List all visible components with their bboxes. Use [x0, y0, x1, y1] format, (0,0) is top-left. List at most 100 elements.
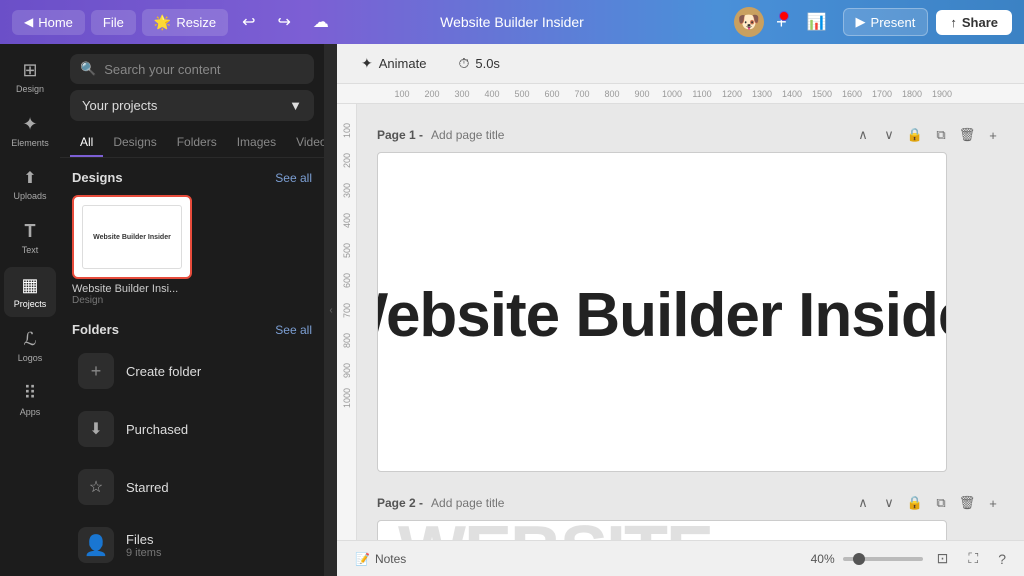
notes-button[interactable]: 📝 Notes	[349, 549, 412, 569]
designs-see-all[interactable]: See all	[275, 171, 312, 185]
design-card-sublabel: Design	[72, 295, 192, 306]
animate-button[interactable]: ✦ Animate	[353, 51, 434, 76]
logos-icon: ℒ	[24, 329, 37, 350]
fit-screen-button[interactable]: ⊡	[931, 547, 955, 570]
file-button[interactable]: File	[91, 10, 136, 35]
animate-icon: ✦	[361, 55, 373, 72]
ruler-tick: 1900	[927, 89, 957, 99]
page1-lock-button[interactable]: 🔒	[904, 124, 926, 146]
page2-canvas[interactable]: WEBSITE	[377, 520, 947, 540]
avatar-button[interactable]: 🐶	[734, 7, 764, 37]
ruler-tick: 1000	[657, 89, 687, 99]
create-folder-item[interactable]: + Create folder	[66, 343, 318, 399]
tab-videos[interactable]: Videos	[286, 129, 325, 157]
sidebar-item-uploads[interactable]: ⬆ Uploads	[4, 160, 56, 209]
sidebar-item-apps[interactable]: ⠿ Apps	[4, 375, 56, 425]
ruler-vtick: 800	[342, 318, 352, 348]
help-button[interactable]: ?	[992, 548, 1012, 570]
ruler-tick: 200	[417, 89, 447, 99]
page1-header: Page 1 - ∧ ∨ 🔒 ⧉ 🗑 +	[377, 124, 1004, 146]
ruler-tick	[357, 89, 387, 99]
present-button[interactable]: ▶ Present	[843, 8, 929, 36]
page2-header-icons: ∧ ∨ 🔒 ⧉ 🗑 +	[852, 492, 1004, 514]
duration-button[interactable]: ⏱ 5.0s	[450, 51, 508, 76]
animate-label: Animate	[379, 56, 427, 71]
elements-icon: ✦	[22, 114, 37, 135]
page1-canvas[interactable]: Website Builder Insider ↻	[377, 152, 947, 472]
ruler-tick: 500	[507, 89, 537, 99]
ruler-tick: 300	[447, 89, 477, 99]
tab-images[interactable]: Images	[227, 129, 286, 157]
page2-title-input[interactable]	[431, 496, 586, 510]
files-icon-wrap: 👤	[78, 527, 114, 563]
tab-all[interactable]: All	[70, 129, 103, 157]
notes-icon: 📝	[355, 552, 370, 566]
tab-folders[interactable]: Folders	[167, 129, 227, 157]
page2-down-button[interactable]: ∨	[878, 492, 900, 514]
sidebar-item-elements[interactable]: ✦ Elements	[4, 106, 56, 156]
share-button[interactable]: ↑ Share	[936, 10, 1012, 35]
design-card-label: Website Builder Insi...	[72, 283, 192, 295]
page2-header: Page 2 - ∧ ∨ 🔒 ⧉ 🗑 +	[377, 492, 1004, 514]
ruler-vtick: 300	[342, 168, 352, 198]
folders-see-all[interactable]: See all	[275, 323, 312, 337]
home-button[interactable]: ◀ Home	[12, 10, 85, 35]
ruler-vtick: 700	[342, 288, 352, 318]
designs-grid: Website Builder Insider Website Builder …	[60, 191, 324, 310]
page2-lock-button[interactable]: 🔒	[904, 492, 926, 514]
page2-copy-button[interactable]: ⧉	[930, 492, 952, 514]
redo-button[interactable]: ↪	[269, 7, 298, 37]
page1-up-button[interactable]: ∧	[852, 124, 874, 146]
zoom-slider[interactable]	[843, 557, 923, 561]
ruler-tick: 600	[537, 89, 567, 99]
star-icon: ☆	[89, 477, 103, 497]
projects-dropdown-label: Your projects	[82, 98, 157, 113]
present-icon: ▶	[856, 14, 866, 30]
ruler-tick: 900	[627, 89, 657, 99]
thumb-text: Website Builder Insider	[93, 234, 171, 241]
ruler-vtick: 900	[342, 348, 352, 378]
panel-scroll: Designs See all Website Builder Insider …	[60, 166, 324, 576]
design-icon: ⊞	[22, 60, 37, 81]
design-card[interactable]: Website Builder Insider Website Builder …	[72, 195, 192, 306]
page1-title-input[interactable]	[431, 128, 586, 142]
ruler-tick: 700	[567, 89, 597, 99]
page2-add-button[interactable]: +	[982, 492, 1004, 514]
collapse-handle[interactable]: ‹	[325, 44, 337, 576]
topbar-right: 🐶 + 📊 ▶ Present ↑ Share	[734, 7, 1012, 37]
design-label: Design	[16, 84, 44, 94]
designs-section-header: Designs See all	[60, 166, 324, 191]
cloud-button[interactable]: ☁	[305, 7, 337, 37]
chevron-down-icon: ▼	[289, 98, 302, 113]
sidebar-item-logos[interactable]: ℒ Logos	[4, 321, 56, 371]
search-input[interactable]	[104, 62, 304, 77]
bottom-bar: 📝 Notes 40% ⊡ ⛶ ?	[337, 540, 1024, 576]
plus-icon: +	[91, 361, 102, 382]
sidebar-item-text[interactable]: T Text	[4, 213, 56, 263]
tab-designs[interactable]: Designs	[103, 129, 166, 157]
page1-delete-button[interactable]: 🗑	[956, 124, 978, 146]
apps-label: Apps	[20, 407, 41, 417]
sidebar-item-projects[interactable]: ▦ Projects	[4, 267, 56, 317]
sidebar-item-design[interactable]: ⊞ Design	[4, 52, 56, 102]
canvas-scroll[interactable]: 100 200 300 400 500 600 700 800 900 1000…	[337, 104, 1024, 540]
projects-dropdown[interactable]: Your projects ▼	[70, 90, 314, 121]
ruler-tick: 1700	[867, 89, 897, 99]
ruler-tick: 1200	[717, 89, 747, 99]
add-button[interactable]: +	[772, 9, 791, 36]
starred-folder-item[interactable]: ☆ Starred	[66, 459, 318, 515]
ruler-vtick: 200	[342, 138, 352, 168]
page1-add-button[interactable]: +	[982, 124, 1004, 146]
files-folder-item[interactable]: 👤 Files 9 items	[66, 517, 318, 573]
chart-button[interactable]: 📊	[799, 7, 835, 37]
page2-delete-button[interactable]: 🗑	[956, 492, 978, 514]
fullscreen-button[interactable]: ⛶	[962, 547, 984, 570]
ruler-vtick: 600	[342, 258, 352, 288]
undo-button[interactable]: ↩	[234, 7, 263, 37]
page2-up-button[interactable]: ∧	[852, 492, 874, 514]
page1-copy-button[interactable]: ⧉	[930, 124, 952, 146]
page1-down-button[interactable]: ∨	[878, 124, 900, 146]
resize-button[interactable]: 🌟 Resize	[142, 9, 228, 36]
ruler-tick: 1500	[807, 89, 837, 99]
purchased-folder-item[interactable]: ⬇ Purchased	[66, 401, 318, 457]
